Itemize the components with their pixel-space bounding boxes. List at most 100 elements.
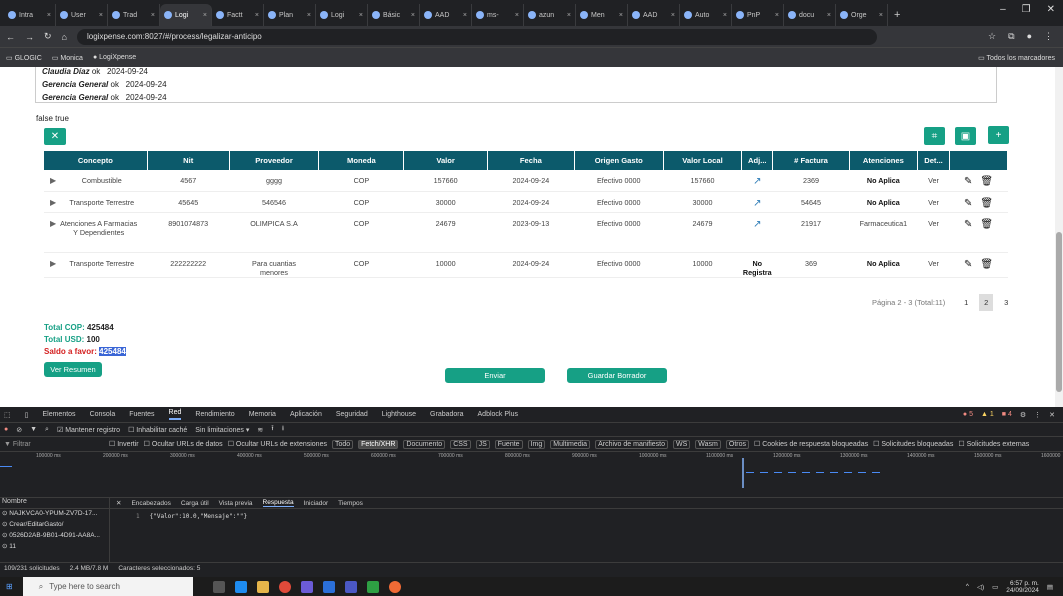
devtools-tab[interactable]: Consola — [90, 411, 116, 418]
devtools-tab[interactable]: Grabadora — [430, 411, 463, 418]
teams-icon[interactable] — [344, 580, 357, 593]
search-icon[interactable]: ⌕ — [45, 426, 49, 434]
col-det[interactable]: Det... — [917, 151, 951, 170]
close-tab-icon[interactable]: × — [619, 12, 623, 19]
type-filter-chip[interactable]: CSS — [450, 439, 471, 449]
close-tab-icon[interactable]: × — [463, 12, 467, 19]
more-icon[interactable]: ⋮ — [1034, 411, 1041, 419]
col-concepto[interactable]: Concepto — [44, 151, 148, 170]
request-item[interactable]: ⊙ 11 — [0, 542, 109, 553]
upload-icon[interactable]: ⭱ — [271, 424, 273, 435]
filter-checkbox[interactable]: ☐ Ocultar URLs de extensiones — [228, 440, 327, 448]
excel-icon[interactable] — [366, 580, 379, 593]
clock[interactable]: 6:57 p. m. 24/09/2024 — [1006, 580, 1039, 594]
ver-link[interactable]: Ver — [917, 252, 950, 278]
delete-icon[interactable]: 🗑 — [980, 219, 993, 230]
browser-tab[interactable]: docu × — [784, 4, 836, 26]
ver-link[interactable]: Ver — [917, 191, 950, 213]
throttle-select[interactable]: Sin limitaciones ▾ — [195, 426, 249, 434]
filter-checkbox[interactable]: ☐ Invertir — [109, 440, 139, 448]
devtools-tab[interactable]: Memoria — [249, 411, 276, 418]
download-icon[interactable]: ⭳ — [282, 424, 284, 435]
settings-icon[interactable]: ⚙ — [1020, 411, 1026, 419]
notifications-icon[interactable]: ▤ — [1047, 583, 1053, 591]
browser-tab[interactable]: Plan × — [264, 4, 316, 26]
col-valor-local[interactable]: Valor Local — [663, 151, 743, 170]
guardar-borrador-button[interactable]: Guardar Borrador — [567, 368, 667, 383]
image-button[interactable]: ▣ — [955, 127, 976, 145]
col-moneda[interactable]: Moneda — [318, 151, 405, 170]
close-tab-icon[interactable]: × — [151, 12, 155, 19]
preserve-log-checkbox[interactable]: ☑ Mantener registro — [57, 426, 120, 434]
close-tab-icon[interactable]: × — [359, 12, 363, 19]
home-icon[interactable]: ⌂ — [62, 32, 67, 42]
wifi-icon[interactable]: ≋ — [257, 426, 263, 434]
close-tab-icon[interactable]: × — [879, 12, 883, 19]
col-fecha[interactable]: Fecha — [487, 151, 575, 170]
ver-link[interactable]: Ver — [917, 170, 950, 192]
type-filter-chip[interactable]: Fuente — [494, 439, 523, 449]
close-tab-icon[interactable]: × — [515, 12, 519, 19]
request-item[interactable]: ⊙ 0526D2AB-9B01-4D91-AA8A... — [0, 531, 109, 542]
devtools-tab[interactable]: Adblock Plus — [478, 411, 518, 418]
warning-count[interactable]: ▲ 1 — [981, 411, 994, 419]
maximize-icon[interactable]: ❐ — [1022, 4, 1031, 15]
edit-icon[interactable]: ✎ — [964, 198, 972, 209]
browser-tab[interactable]: AAD × — [420, 4, 472, 26]
network-icon[interactable]: ▭ — [992, 583, 998, 591]
filter-checkbox[interactable]: ☐ Solicitudes bloqueadas — [873, 440, 953, 448]
browser-tab[interactable]: PnP × — [732, 4, 784, 26]
delete-icon[interactable]: 🗑 — [980, 198, 993, 209]
taskbar-search[interactable]: ⌕ Type here to search — [22, 577, 193, 596]
close-tab-icon[interactable]: × — [203, 12, 207, 19]
open-attachment-icon[interactable]: ↗ — [753, 176, 761, 187]
ver-link[interactable]: Ver — [917, 212, 950, 253]
delete-icon[interactable]: 🗑 — [980, 259, 993, 270]
app-icon[interactable] — [388, 580, 401, 593]
extensions-icon[interactable]: ⧉ — [1008, 31, 1014, 42]
explorer-icon[interactable] — [256, 580, 269, 593]
filter-checkbox[interactable]: ☐ Ocultar URLs de datos — [144, 440, 223, 448]
excel-export-button[interactable]: ✕ — [44, 128, 66, 145]
expand-caret-icon[interactable]: ▶ — [50, 176, 56, 185]
bookmark-glogic[interactable]: ▭ GLOGIC — [6, 54, 42, 62]
browser-tab[interactable]: azun × — [524, 4, 576, 26]
edit-icon[interactable]: ✎ — [964, 176, 972, 187]
all-bookmarks[interactable]: ▭ Todos los marcadores — [978, 54, 1063, 62]
response-tab[interactable]: Carga útil — [181, 500, 209, 507]
filter-icon[interactable]: ▼ — [30, 426, 37, 433]
issues-count[interactable]: ■ 4 — [1002, 411, 1012, 419]
browser-tab[interactable]: AAD × — [628, 4, 680, 26]
col-adj[interactable]: Adj... — [741, 151, 774, 170]
minimize-icon[interactable]: – — [1000, 4, 1006, 15]
filter-checkbox[interactable]: ☐ Solicitudes externas — [958, 440, 1029, 448]
type-filter-chip[interactable]: Img — [527, 439, 546, 449]
type-filter-chip[interactable]: WS — [673, 439, 691, 449]
response-tab[interactable]: Respuesta — [262, 499, 294, 507]
windows-start-icon[interactable]: ⊞ — [0, 582, 19, 591]
browser-tab[interactable]: Factt × — [212, 4, 264, 26]
bookmark-monica[interactable]: ▭ Monica — [52, 54, 83, 62]
forward-icon[interactable]: → — [25, 32, 34, 42]
col-origen[interactable]: Origen Gasto — [574, 151, 664, 170]
devtools-tab[interactable]: Fuentes — [129, 411, 154, 418]
page-3[interactable]: 3 — [999, 294, 1013, 311]
browser-tab[interactable]: Orge × — [836, 4, 888, 26]
scrollbar-thumb[interactable] — [1056, 232, 1062, 392]
request-item[interactable]: ⊙ Crear/EditarGasto/ — [0, 520, 109, 531]
task-view-icon[interactable] — [212, 580, 225, 593]
page-scrollbar[interactable] — [1055, 67, 1063, 407]
open-attachment-icon[interactable]: ↗ — [753, 219, 761, 230]
close-tab-icon[interactable]: × — [307, 12, 311, 19]
request-item[interactable]: ⊙ NAJKVCA0-YPUM-ZV7D-17... — [0, 509, 109, 520]
name-column-header[interactable]: Nombre — [0, 498, 109, 509]
browser-tab[interactable]: User × — [56, 4, 108, 26]
star-icon[interactable]: ☆ — [988, 31, 996, 42]
disable-cache-checkbox[interactable]: ☐ Inhabilitar caché — [128, 426, 187, 434]
close-devtools-icon[interactable]: ✕ — [1049, 411, 1055, 419]
close-tab-icon[interactable]: × — [671, 12, 675, 19]
expand-caret-icon[interactable]: ▶ — [50, 259, 56, 268]
filter-checkbox[interactable]: ☐ Cookies de respuesta bloqueadas — [754, 440, 868, 448]
browser-tab[interactable]: Men × — [576, 4, 628, 26]
type-filter-chip[interactable]: Todo — [331, 439, 354, 449]
